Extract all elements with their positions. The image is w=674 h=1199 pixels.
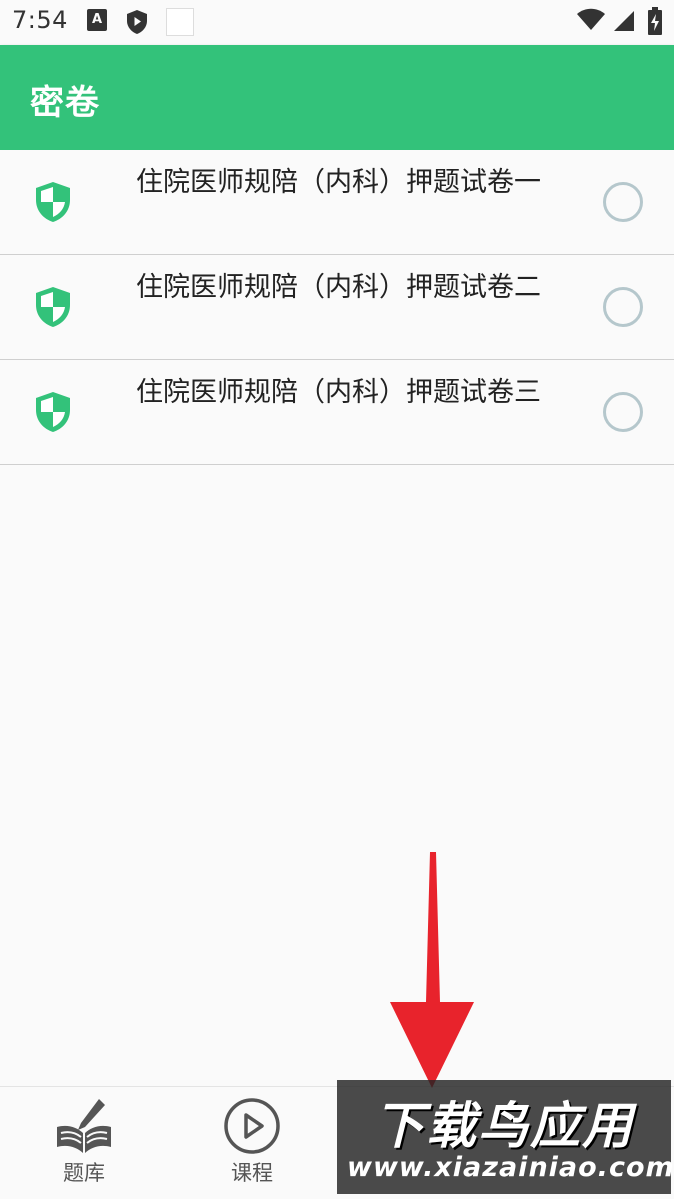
watermark: 下载鸟应用 www.xiazainiao.com bbox=[337, 1080, 674, 1194]
select-radio[interactable] bbox=[603, 287, 643, 327]
book-pencil-icon bbox=[53, 1097, 115, 1159]
shield-icon bbox=[34, 391, 72, 433]
app-bar: 密卷 bbox=[0, 45, 674, 150]
play-protect-icon bbox=[125, 9, 149, 39]
list-item[interactable]: 住院医师规陪（内科）押题试卷一 bbox=[0, 150, 674, 255]
status-bar: 7:54 A bbox=[0, 0, 674, 45]
nav-item-courses[interactable]: 课程 bbox=[168, 1087, 336, 1199]
paper-title: 住院医师规陪（内科）押题试卷二 bbox=[136, 272, 541, 303]
list-item[interactable]: 住院医师规陪（内科）押题试卷二 bbox=[0, 255, 674, 360]
wifi-icon bbox=[576, 8, 606, 36]
watermark-url: www.xiazainiao.com bbox=[347, 1152, 674, 1183]
shield-icon bbox=[34, 286, 72, 328]
cell-signal-icon bbox=[612, 8, 636, 36]
nav-label: 题库 bbox=[63, 1161, 105, 1185]
notification-a-icon: A bbox=[87, 9, 107, 31]
list-item[interactable]: 住院医师规陪（内科）押题试卷三 bbox=[0, 360, 674, 465]
battery-charging-icon bbox=[648, 7, 662, 39]
page-title: 密卷 bbox=[30, 83, 100, 123]
watermark-title: 下载鸟应用 bbox=[374, 1097, 634, 1155]
paper-list: 住院医师规陪（内科）押题试卷一 住院医师规陪（内科）押题试卷二 住院医师规陪（内… bbox=[0, 150, 674, 465]
notification-white-icon bbox=[166, 8, 194, 36]
shield-icon bbox=[34, 181, 72, 223]
arrow-down-icon bbox=[388, 852, 476, 1092]
paper-title: 住院医师规陪（内科）押题试卷三 bbox=[136, 377, 541, 408]
status-time: 7:54 bbox=[12, 6, 68, 34]
select-radio[interactable] bbox=[603, 182, 643, 222]
nav-item-question-bank[interactable]: 题库 bbox=[0, 1087, 168, 1199]
nav-label: 课程 bbox=[231, 1161, 273, 1185]
play-circle-icon bbox=[223, 1097, 281, 1159]
paper-title: 住院医师规陪（内科）押题试卷一 bbox=[136, 167, 541, 198]
select-radio[interactable] bbox=[603, 392, 643, 432]
